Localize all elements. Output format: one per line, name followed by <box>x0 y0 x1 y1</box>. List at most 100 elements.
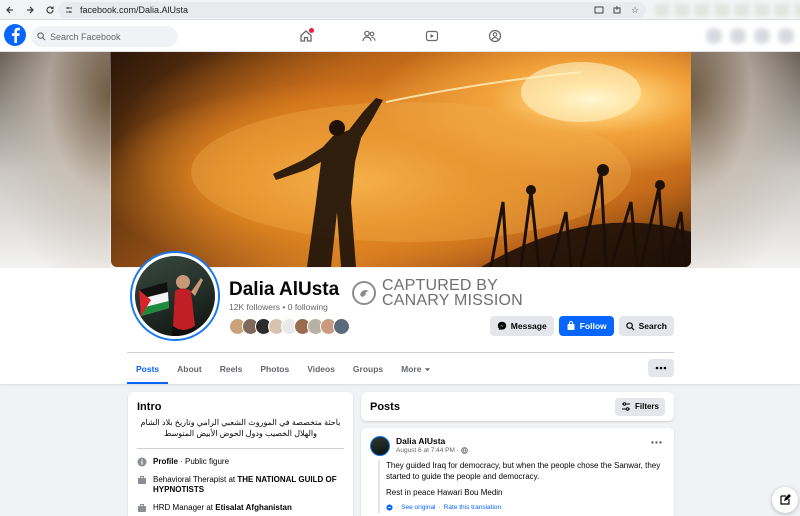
follower-stats[interactable]: 12K followers • 0 following <box>229 302 328 312</box>
filters-button[interactable]: Filters <box>614 397 665 416</box>
search-input[interactable] <box>50 31 170 42</box>
follow-button-label: Follow <box>579 321 607 331</box>
briefcase-icon <box>138 476 146 484</box>
intro-divider <box>137 448 344 449</box>
extension-icon[interactable] <box>695 4 709 16</box>
briefcase-icon <box>138 504 146 512</box>
install-app-icon[interactable] <box>594 5 604 15</box>
search-bar[interactable] <box>31 26 178 47</box>
profile-avatar[interactable] <box>132 253 218 339</box>
intro-title: Intro <box>137 401 162 413</box>
intro-profile-row: Profile · Public figure <box>137 457 344 467</box>
message-button-label: Message <box>510 321 547 331</box>
translation-bar: · See original · Rate this translation <box>386 502 666 513</box>
follower-avatars[interactable] <box>229 318 350 335</box>
account-avatar[interactable] <box>778 28 794 44</box>
intro-card: Intro باحثة متخصصة في الموروث الشعبي الر… <box>128 392 353 516</box>
post-options-button[interactable] <box>651 436 662 447</box>
watermark-line-1: CAPTURED BY <box>382 277 498 294</box>
search-profile-button[interactable]: Search <box>618 316 674 336</box>
compose-icon <box>780 494 791 505</box>
canary-logo-icon <box>352 281 376 305</box>
nav-home[interactable] <box>286 20 326 52</box>
forward-icon[interactable] <box>20 0 40 20</box>
profile-actions: Message Follow Search <box>489 316 674 336</box>
messenger-icon <box>497 321 506 331</box>
cover-photo[interactable] <box>111 52 691 267</box>
filters-icon <box>621 402 630 411</box>
post-card: Dalia AlUsta August 6 at 7:44 PM · They … <box>361 428 674 516</box>
notifications-icon[interactable] <box>754 28 770 44</box>
tabs-divider <box>127 352 674 353</box>
follower-avatar[interactable] <box>333 318 350 335</box>
extension-icon[interactable] <box>775 4 789 16</box>
more-dots-icon <box>655 366 667 370</box>
tab-label: Groups <box>352 364 384 374</box>
intro-bio: باحثة متخصصة في الموروث الشعبي الرامي وت… <box>140 418 341 438</box>
post-content: They guided Iraq for democracy, but when… <box>378 460 666 513</box>
extension-icon[interactable] <box>655 4 669 16</box>
tab-reels[interactable]: Reels <box>211 354 252 384</box>
extension-icon[interactable] <box>795 4 800 16</box>
follow-button[interactable]: Follow <box>558 316 614 336</box>
filters-label: Filters <box>634 402 659 411</box>
account-controls <box>706 28 794 44</box>
tab-label: More <box>401 364 422 374</box>
extension-icon[interactable] <box>755 4 769 16</box>
search-icon <box>625 321 635 331</box>
tab-more[interactable]: More <box>392 354 440 384</box>
messenger-icon[interactable] <box>730 28 746 44</box>
tab-label: Videos <box>307 364 335 374</box>
nav-groups[interactable] <box>475 20 515 52</box>
job1-prefix: Behavioral Therapist at <box>153 475 238 484</box>
profile-name: Dalia AlUsta <box>229 279 340 300</box>
intro-work-row: HRD Manager at Etisalat Afghanistan <box>137 503 344 513</box>
back-icon[interactable] <box>0 0 20 20</box>
rate-translation-link[interactable]: Rate this translation <box>444 502 501 513</box>
tab-videos[interactable]: Videos <box>298 354 344 384</box>
see-original-link[interactable]: See original <box>401 502 435 513</box>
nav-friends[interactable] <box>349 20 389 52</box>
tab-photos[interactable]: Photos <box>251 354 298 384</box>
search-icon <box>37 32 46 41</box>
post-author-avatar[interactable] <box>370 436 390 456</box>
extension-icon[interactable] <box>675 4 689 16</box>
share-icon[interactable] <box>612 5 622 15</box>
menu-icon[interactable] <box>706 28 722 44</box>
tab-about[interactable]: About <box>168 354 211 384</box>
address-bar[interactable]: facebook.com/Dalia.AlUsta ☆ <box>58 2 646 18</box>
job2-org[interactable]: Etisalat Afghanistan <box>215 503 292 512</box>
tab-posts[interactable]: Posts <box>127 354 169 384</box>
new-message-button[interactable] <box>772 487 798 513</box>
more-dots-icon <box>651 441 662 444</box>
bookmark-star-icon[interactable]: ☆ <box>630 5 640 15</box>
intro-profile-label: Profile <box>153 457 178 466</box>
browser-toolbar: facebook.com/Dalia.AlUsta ☆ <box>0 0 800 20</box>
post-timestamp[interactable]: August 6 at 7:44 PM · <box>396 447 468 454</box>
follow-icon <box>567 321 575 330</box>
tab-label: Photos <box>260 364 290 374</box>
search-button-label: Search <box>638 321 667 331</box>
tab-label: Posts <box>136 364 160 374</box>
groups-icon <box>488 29 502 43</box>
tab-label: Reels <box>219 364 243 374</box>
info-icon <box>137 457 147 467</box>
facebook-logo-icon[interactable] <box>4 24 26 46</box>
message-button[interactable]: Message <box>489 316 554 336</box>
globe-icon <box>461 447 468 454</box>
caret-down-icon <box>425 367 431 371</box>
extension-icon[interactable] <box>735 4 749 16</box>
post-author-name[interactable]: Dalia AlUsta <box>396 436 445 446</box>
extension-icon[interactable] <box>715 4 729 16</box>
canary-mission-watermark: CAPTURED BY CANARY MISSION <box>352 277 523 309</box>
notification-dot <box>309 28 314 33</box>
post-text-line: They guided Iraq for democracy, but when… <box>386 461 661 481</box>
tab-label: About <box>177 364 202 374</box>
friends-icon <box>362 30 376 42</box>
profile-more-options-button[interactable] <box>648 359 674 377</box>
reload-icon[interactable] <box>40 0 60 20</box>
url-text: facebook.com/Dalia.AlUsta <box>80 5 189 15</box>
nav-video[interactable] <box>412 20 452 52</box>
site-info-icon[interactable] <box>64 5 74 15</box>
tab-groups[interactable]: Groups <box>344 354 392 384</box>
